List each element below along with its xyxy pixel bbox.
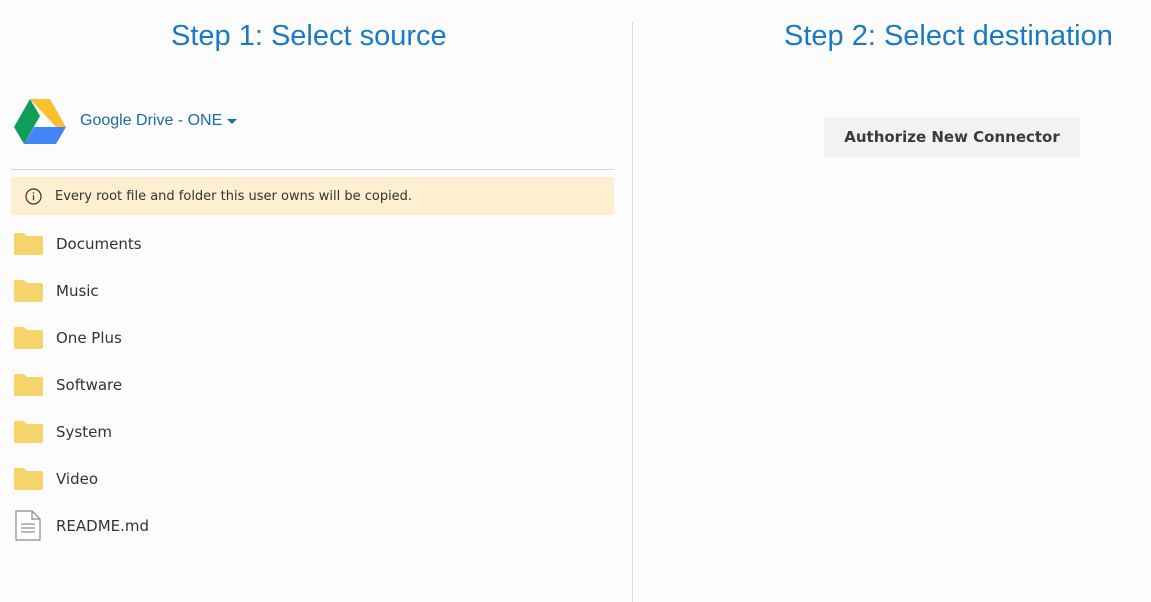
source-header: Google Drive - ONE [13, 96, 238, 146]
step2-title: Step 2: Select destination [784, 20, 1113, 52]
item-name: Music [56, 281, 99, 300]
item-name: One Plus [56, 328, 122, 347]
list-item[interactable]: Software [13, 361, 613, 408]
item-name: Documents [56, 234, 142, 253]
item-name: System [56, 422, 112, 441]
folder-icon [13, 230, 43, 258]
folder-icon [13, 371, 43, 399]
page: Step 1: Select source Step 2: Select des… [0, 0, 1151, 602]
notice-text: Every root file and folder this user own… [55, 188, 413, 204]
column-divider [632, 22, 633, 602]
step1-title: Step 1: Select source [171, 20, 447, 52]
item-name: Video [56, 469, 99, 488]
list-item[interactable]: System [13, 408, 613, 455]
list-item[interactable]: Video [13, 455, 613, 502]
caret-down-icon [227, 118, 238, 124]
info-notice: Every root file and folder this user own… [11, 177, 614, 215]
folder-icon [13, 418, 43, 446]
folder-icon [13, 277, 43, 305]
authorize-connector-button[interactable]: Authorize New Connector [824, 117, 1080, 157]
list-item[interactable]: Music [13, 267, 613, 314]
folder-icon [13, 465, 43, 493]
document-icon [13, 510, 43, 541]
info-icon [25, 187, 42, 205]
list-item[interactable]: One Plus [13, 314, 613, 361]
header-divider [11, 169, 614, 170]
list-item[interactable]: README.md [13, 502, 613, 549]
folder-icon [13, 324, 43, 352]
list-item[interactable]: Documents [13, 220, 613, 267]
account-dropdown[interactable]: Google Drive - ONE [80, 112, 238, 130]
file-list: Documents Music One Plus Software System [13, 220, 613, 549]
item-name: Software [56, 375, 123, 394]
google-drive-icon [14, 99, 66, 144]
account-label: Google Drive - ONE [80, 112, 223, 129]
item-name: README.md [56, 516, 150, 535]
